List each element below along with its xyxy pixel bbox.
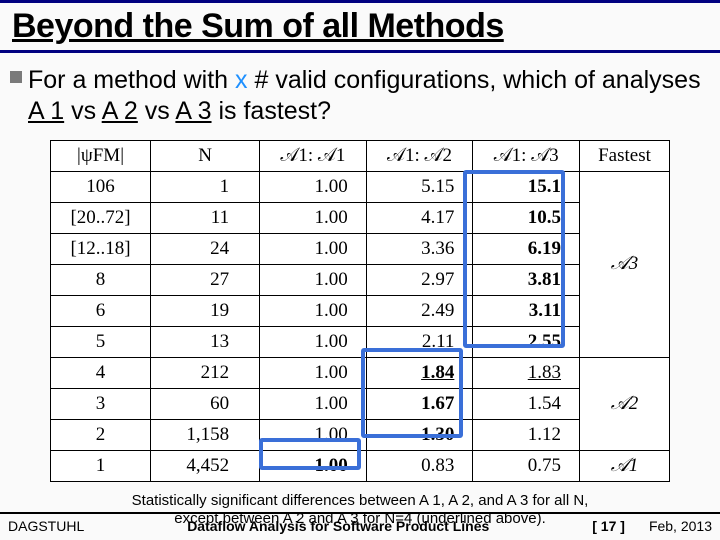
page-title: Beyond the Sum of all Methods	[12, 7, 708, 46]
cell-n: 27	[151, 264, 260, 295]
cell-n: 212	[151, 357, 260, 388]
cell-psi: [12..18]	[51, 233, 151, 264]
cell-a1a2: 0.83	[366, 450, 473, 481]
th-psi: |ψFM|	[51, 140, 151, 171]
cell-psi: 8	[51, 264, 151, 295]
cell-psi: 4	[51, 357, 151, 388]
footer: DAGSTUHL Dataflow Analysis for Software …	[0, 512, 720, 534]
footer-page: [ 17 ]	[592, 518, 625, 534]
cell-psi: 2	[51, 419, 151, 450]
body-a2: A 2	[102, 97, 138, 125]
cell-n: 1	[151, 171, 260, 202]
cell-a1a3: 0.75	[473, 450, 580, 481]
cell-fastest: 𝒜3	[580, 171, 670, 357]
table-row: 14,4521.000.830.75𝒜1	[51, 450, 670, 481]
cell-psi: 5	[51, 326, 151, 357]
cell-psi: 106	[51, 171, 151, 202]
table-row: 3601.001.671.54	[51, 388, 670, 419]
cell-a1a3: 15.1	[473, 171, 580, 202]
table-row: [20..72]111.004.1710.5	[51, 202, 670, 233]
body-x: x	[235, 66, 248, 94]
table-row: 6191.002.493.11	[51, 295, 670, 326]
title-bar: Beyond the Sum of all Methods	[0, 0, 720, 53]
cell-a1a1: 1.00	[260, 295, 367, 326]
table-row: 8271.002.973.81	[51, 264, 670, 295]
cell-psi: 6	[51, 295, 151, 326]
cell-a1a3: 1.12	[473, 419, 580, 450]
cell-a1a1: 1.00	[260, 326, 367, 357]
caption-line1: Statistically significant differences be…	[132, 492, 589, 509]
cell-a1a1: 1.00	[260, 233, 367, 264]
cell-a1a2: 2.49	[366, 295, 473, 326]
cell-n: 19	[151, 295, 260, 326]
cell-n: 4,452	[151, 450, 260, 481]
cell-a1a3: 2.55	[473, 326, 580, 357]
results-table: |ψFM| N 𝒜1: 𝒜1 𝒜1: 𝒜2 𝒜1: 𝒜3 Fastest 106…	[50, 140, 670, 482]
table-row: 21,1581.001.301.12	[51, 419, 670, 450]
body-a3: A 3	[175, 97, 211, 125]
cell-a1a3: 1.54	[473, 388, 580, 419]
cell-a1a3: 10.5	[473, 202, 580, 233]
cell-a1a2: 1.67	[366, 388, 473, 419]
cell-a1a2: 1.84	[366, 357, 473, 388]
cell-n: 13	[151, 326, 260, 357]
cell-n: 60	[151, 388, 260, 419]
cell-a1a1: 1.00	[260, 264, 367, 295]
body-pre: For a method with	[28, 66, 235, 94]
cell-a1a2: 2.11	[366, 326, 473, 357]
footer-date: Feb, 2013	[649, 518, 712, 534]
body-tail: is fastest?	[218, 97, 331, 125]
cell-a1a3: 3.11	[473, 295, 580, 326]
cell-a1a2: 3.36	[366, 233, 473, 264]
cell-n: 11	[151, 202, 260, 233]
th-fastest: Fastest	[580, 140, 670, 171]
body-a1: A 1	[28, 97, 64, 125]
body-mid1: # valid configurations, which of analyse…	[254, 66, 700, 94]
th-a1a2: 𝒜1: 𝒜2	[366, 140, 473, 171]
cell-a1a3: 6.19	[473, 233, 580, 264]
body-vs1: vs	[71, 97, 102, 125]
footer-venue: DAGSTUHL	[8, 518, 84, 534]
body-vs2: vs	[145, 97, 176, 125]
footer-title: Dataflow Analysis for Software Product L…	[84, 518, 592, 534]
cell-fastest: 𝒜1	[580, 450, 670, 481]
cell-a1a1: 1.00	[260, 171, 367, 202]
cell-a1a3: 3.81	[473, 264, 580, 295]
table-row: [12..18]241.003.366.19	[51, 233, 670, 264]
table-wrap: |ψFM| N 𝒜1: 𝒜1 𝒜1: 𝒜2 𝒜1: 𝒜3 Fastest 106…	[50, 140, 670, 482]
cell-a1a1: 1.00	[260, 357, 367, 388]
table-header-row: |ψFM| N 𝒜1: 𝒜1 𝒜1: 𝒜2 𝒜1: 𝒜3 Fastest	[51, 140, 670, 171]
cell-a1a3: 1.83	[473, 357, 580, 388]
cell-psi: [20..72]	[51, 202, 151, 233]
table-row: 42121.001.841.83𝒜2	[51, 357, 670, 388]
cell-n: 1,158	[151, 419, 260, 450]
cell-a1a2: 5.15	[366, 171, 473, 202]
body-paragraph: For a method with x # valid configuratio…	[0, 53, 720, 136]
cell-a1a1: 1.00	[260, 388, 367, 419]
th-a1a1: 𝒜1: 𝒜1	[260, 140, 367, 171]
cell-a1a2: 1.30	[366, 419, 473, 450]
th-a1a3: 𝒜1: 𝒜3	[473, 140, 580, 171]
cell-n: 24	[151, 233, 260, 264]
cell-a1a2: 4.17	[366, 202, 473, 233]
th-n: N	[151, 140, 260, 171]
table-row: 5131.002.112.55	[51, 326, 670, 357]
cell-psi: 3	[51, 388, 151, 419]
bullet-icon	[10, 71, 22, 83]
cell-a1a1: 1.00	[260, 450, 367, 481]
cell-a1a2: 2.97	[366, 264, 473, 295]
cell-a1a1: 1.00	[260, 202, 367, 233]
cell-a1a1: 1.00	[260, 419, 367, 450]
cell-psi: 1	[51, 450, 151, 481]
cell-fastest: 𝒜2	[580, 357, 670, 450]
table-row: 10611.005.1515.1𝒜3	[51, 171, 670, 202]
